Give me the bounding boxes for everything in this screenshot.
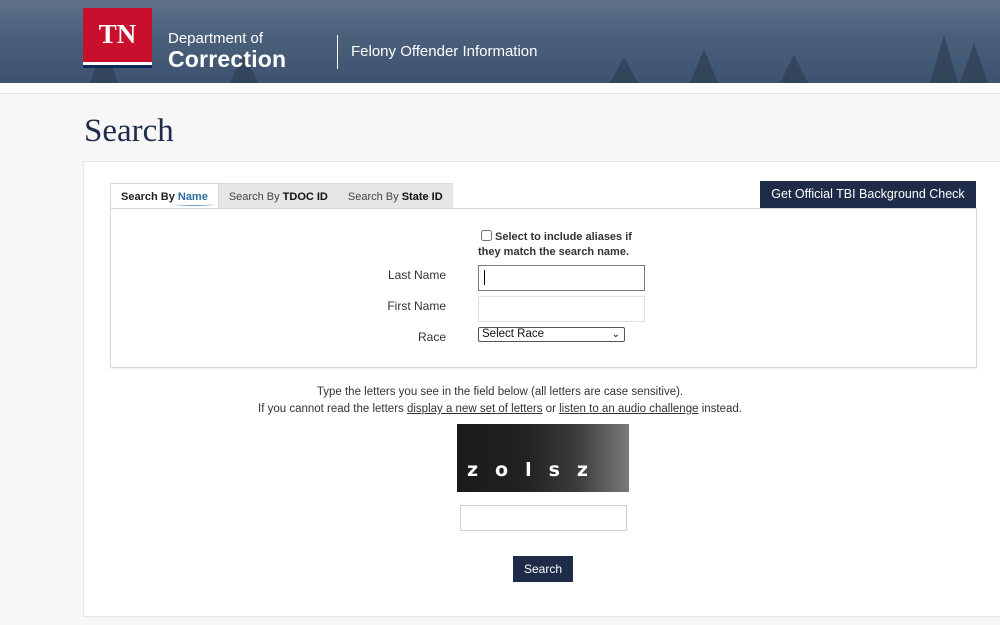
tree-silhouette — [610, 57, 638, 83]
department-name[interactable]: Department of Correction — [168, 31, 286, 71]
tree-silhouette — [690, 49, 718, 83]
tab-search-by-tdoc-id[interactable]: Search By TDOC ID — [218, 183, 338, 209]
tn-logo-text: TN — [98, 19, 137, 49]
alias-label-line2: they match the search name. — [478, 246, 630, 258]
chevron-down-icon: ⌄ — [611, 329, 620, 340]
department-line1: Department of — [168, 30, 264, 47]
tree-silhouette — [930, 35, 958, 83]
alias-option[interactable]: Select to include aliases if they match … — [478, 230, 632, 260]
text-cursor — [484, 270, 485, 285]
tab-bold: TDOC ID — [282, 191, 328, 203]
tab-prefix: Search By — [121, 191, 178, 203]
first-name-label: First Name — [387, 299, 446, 313]
tab-bold: Name — [177, 191, 208, 203]
captcha-instruction-line2: If you cannot read the letters display a… — [0, 401, 1000, 418]
last-name-label: Last Name — [387, 268, 446, 282]
alias-label-line1: Select to include aliases if — [495, 231, 632, 243]
captcha-letters: zolsz — [467, 459, 605, 481]
captcha-image: zolsz — [457, 424, 629, 492]
captcha-text-mid: or — [542, 403, 560, 415]
search-button[interactable]: Search — [513, 556, 573, 582]
captcha-text-before: If you cannot read the letters — [258, 403, 407, 415]
header-divider — [337, 35, 338, 69]
audio-challenge-link[interactable]: listen to an audio challenge — [559, 403, 698, 415]
captcha-instruction-line1: Type the letters you see in the field be… — [316, 386, 684, 398]
logo-stripe — [83, 62, 152, 68]
header-bottom-band — [0, 83, 1000, 94]
search-tabs: Search By Name Search By TDOC ID Search … — [110, 183, 453, 209]
alias-checkbox[interactable] — [481, 230, 492, 241]
page-title: Search — [84, 113, 174, 149]
tab-search-by-name[interactable]: Search By Name — [110, 183, 219, 209]
race-selected-value: Select Race — [482, 328, 545, 340]
tbi-background-check-button[interactable]: Get Official TBI Background Check — [760, 181, 976, 208]
tab-prefix: Search By — [347, 191, 402, 203]
new-captcha-link[interactable]: display a new set of letters — [407, 403, 543, 415]
department-line2: Correction — [168, 46, 287, 72]
race-select[interactable]: Select Race ⌄ — [478, 327, 625, 342]
race-label: Race — [417, 330, 446, 344]
tree-silhouette — [960, 43, 988, 83]
captcha-text-after: instead. — [698, 403, 742, 415]
tab-search-by-state-id[interactable]: Search By State ID — [337, 183, 453, 209]
first-name-input[interactable] — [478, 296, 645, 322]
site-title[interactable]: Felony Offender Information — [351, 43, 538, 60]
tree-silhouette — [780, 55, 808, 83]
tab-swoosh — [175, 203, 213, 206]
last-name-input[interactable] — [478, 265, 645, 291]
site-header: TN Department of Correction Felony Offen… — [0, 0, 1000, 83]
captcha-instructions: Type the letters you see in the field be… — [0, 384, 1000, 418]
tab-prefix: Search By — [228, 191, 283, 203]
tn-logo[interactable]: TN — [83, 8, 152, 68]
captcha-input[interactable] — [460, 505, 627, 531]
tab-bold: State ID — [401, 191, 443, 203]
